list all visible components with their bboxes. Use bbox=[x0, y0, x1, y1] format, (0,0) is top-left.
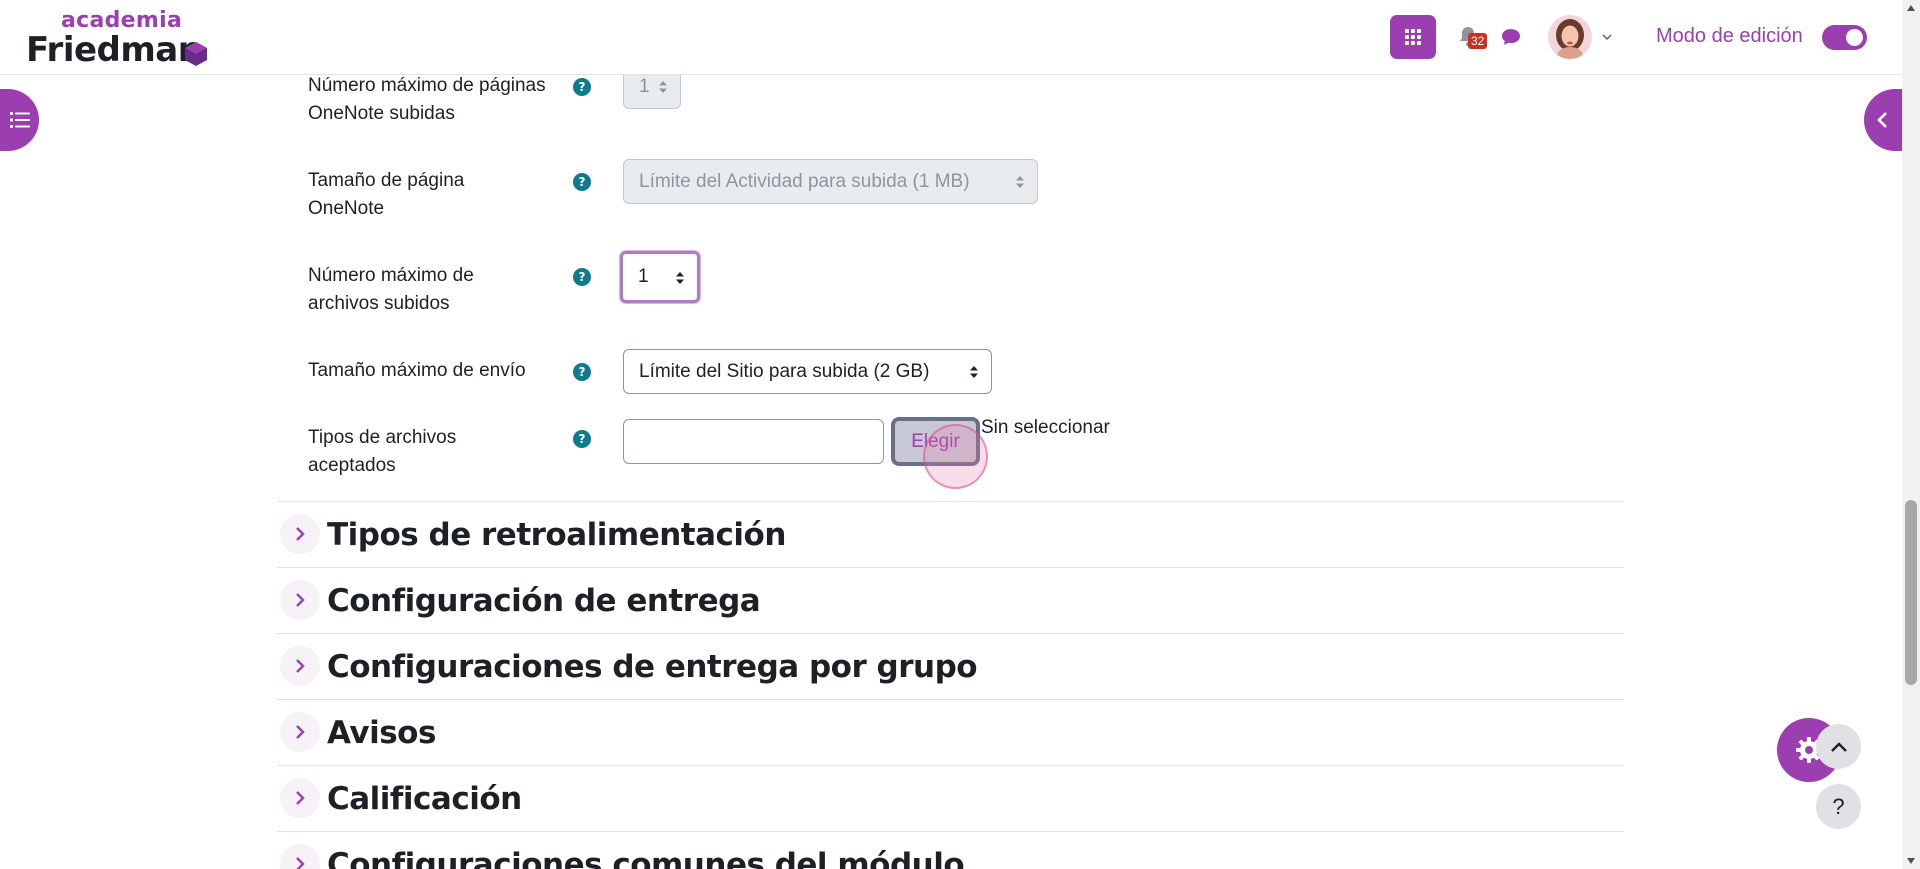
max-files-label: Número máximo de archivos subidos bbox=[308, 265, 474, 314]
notification-count-badge: 32 bbox=[1468, 33, 1488, 49]
toggle-knob bbox=[1846, 29, 1863, 46]
accepted-types-input[interactable] bbox=[623, 419, 884, 464]
section-title[interactable]: Tipos de retroalimentación bbox=[327, 516, 786, 554]
onenote-page-size-select[interactable]: Límite del Actividad para subida (1 MB) bbox=[623, 159, 1038, 204]
help-icon[interactable]: ? bbox=[573, 363, 591, 381]
course-index-drawer-button[interactable] bbox=[0, 89, 39, 151]
scroll-down-arrow-icon[interactable] bbox=[1907, 858, 1915, 864]
select-value: Límite del Actividad para subida (1 MB) bbox=[639, 170, 970, 192]
select-value: 1 bbox=[639, 75, 650, 97]
section-title[interactable]: Configuraciones de entrega por grupo bbox=[327, 648, 978, 686]
section-title[interactable]: Avisos bbox=[327, 714, 436, 752]
scrollbar-thumb[interactable] bbox=[1905, 500, 1917, 685]
chevron-right-icon[interactable] bbox=[280, 646, 320, 686]
help-icon[interactable]: ? bbox=[573, 173, 591, 191]
section-feedback-types[interactable]: Tipos de retroalimentación bbox=[277, 501, 1624, 567]
select-value: 1 bbox=[638, 266, 649, 287]
section-group-submission-settings[interactable]: Configuraciones de entrega por grupo bbox=[277, 633, 1624, 699]
chevron-left-icon bbox=[1877, 112, 1887, 128]
choose-file-types-button[interactable]: Elegir bbox=[891, 417, 980, 466]
section-title[interactable]: Calificación bbox=[327, 780, 522, 818]
section-notifications[interactable]: Avisos bbox=[277, 699, 1624, 765]
chevron-right-icon[interactable] bbox=[280, 778, 320, 818]
help-icon[interactable]: ? bbox=[573, 268, 591, 286]
max-submission-size-label: Tamaño máximo de envío bbox=[308, 360, 526, 381]
chevron-right-icon[interactable] bbox=[280, 514, 320, 554]
chevron-down-icon[interactable] bbox=[1600, 30, 1614, 44]
edit-mode-label: Modo de edición bbox=[1656, 25, 1803, 47]
block-drawer-button[interactable] bbox=[1864, 89, 1902, 151]
section-grade[interactable]: Calificación bbox=[277, 765, 1624, 831]
scroll-to-top-button[interactable] bbox=[1816, 724, 1861, 769]
user-avatar[interactable] bbox=[1548, 15, 1592, 59]
avatar-image bbox=[1548, 15, 1592, 59]
select-value: Límite del Sitio para subida (2 GB) bbox=[639, 360, 930, 382]
scroll-up-arrow-icon[interactable] bbox=[1907, 5, 1915, 11]
list-icon bbox=[9, 112, 30, 128]
chevron-right-icon[interactable] bbox=[280, 844, 320, 869]
none-selected-text: Sin seleccionar bbox=[981, 417, 1110, 438]
section-title[interactable]: Configuraciones comunes del módulo bbox=[327, 846, 965, 869]
chevron-right-icon[interactable] bbox=[280, 580, 320, 620]
section-common-module-settings[interactable]: Configuraciones comunes del módulo bbox=[277, 831, 1624, 869]
accepted-types-label: Tipos de archivos aceptados bbox=[308, 427, 457, 476]
logo-hexagon-icon bbox=[185, 42, 207, 66]
help-icon[interactable]: ? bbox=[573, 78, 591, 96]
select-arrows-icon bbox=[1016, 176, 1024, 188]
section-submission-settings[interactable]: Configuración de entrega bbox=[277, 567, 1624, 633]
chevron-right-icon[interactable] bbox=[280, 712, 320, 752]
select-arrows-icon bbox=[676, 272, 684, 284]
section-title[interactable]: Configuración de entrega bbox=[327, 582, 761, 620]
top-navbar: academia Friedman 32 Modo de edición bbox=[0, 0, 1902, 75]
select-arrows-icon bbox=[970, 366, 978, 378]
help-button[interactable]: ? bbox=[1816, 784, 1861, 829]
max-files-select[interactable]: 1 bbox=[620, 251, 700, 303]
grid-icon bbox=[1405, 29, 1421, 45]
help-icon[interactable]: ? bbox=[573, 430, 591, 448]
logo-text-bottom: Friedman bbox=[26, 30, 202, 70]
select-arrows-icon bbox=[659, 81, 667, 93]
app-grid-button[interactable] bbox=[1390, 15, 1436, 59]
chat-icon[interactable] bbox=[1500, 26, 1522, 48]
chevron-up-icon bbox=[1830, 741, 1847, 752]
page-scrollbar[interactable] bbox=[1902, 0, 1920, 869]
edit-mode-toggle[interactable] bbox=[1822, 25, 1867, 50]
onenote-max-pages-label: Número máximo de páginas OneNote subidas bbox=[308, 75, 546, 124]
onenote-page-size-label: Tamaño de página OneNote bbox=[308, 170, 465, 219]
max-submission-size-select[interactable]: Límite del Sitio para subida (2 GB) bbox=[623, 349, 992, 394]
